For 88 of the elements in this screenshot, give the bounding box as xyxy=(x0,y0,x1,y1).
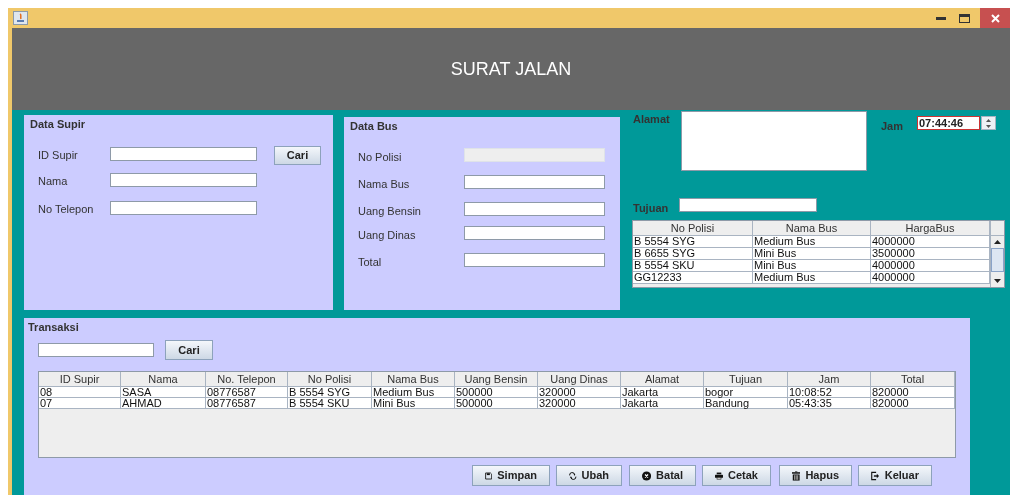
scrollbar[interactable] xyxy=(990,221,1004,287)
field-label: ID Supir xyxy=(38,148,78,163)
table-cell: 08776587 xyxy=(206,398,288,409)
table-cell: GG12233 xyxy=(633,272,753,284)
text-field[interactable] xyxy=(464,253,605,267)
column-header[interactable]: No Polisi xyxy=(633,221,753,236)
column-header[interactable]: Nama Bus xyxy=(753,221,871,236)
down-arrow-icon[interactable] xyxy=(986,124,991,128)
table-cell: 4000000 xyxy=(871,272,990,284)
field-label: Tujuan xyxy=(633,201,669,216)
field-label: Alamat xyxy=(633,112,670,127)
field-label: No Telepon xyxy=(38,202,94,217)
column-header[interactable]: Uang Dinas xyxy=(538,372,621,387)
search-button[interactable]: Cari xyxy=(165,340,213,360)
field-label: Jam xyxy=(881,119,904,134)
field-label: Nama xyxy=(38,174,68,189)
table-cell: 820000 xyxy=(871,398,955,409)
maximize-icon[interactable] xyxy=(959,13,970,23)
table-cell: 08 xyxy=(39,387,121,398)
table-cell: B 5554 SKU xyxy=(288,398,372,409)
action-button[interactable]: Keluar xyxy=(858,465,932,486)
column-header[interactable]: Tujuan xyxy=(704,372,788,387)
table-cell: 4000000 xyxy=(871,260,990,272)
text-field[interactable] xyxy=(464,202,605,216)
close-icon xyxy=(990,13,1000,23)
app-icon xyxy=(13,11,28,25)
column-header[interactable]: Nama xyxy=(121,372,206,387)
field-label: Nama Bus xyxy=(358,177,410,192)
text-field[interactable] xyxy=(110,173,257,187)
text-field[interactable] xyxy=(679,198,817,212)
action-button[interactable]: Simpan xyxy=(472,465,550,486)
column-header[interactable]: Alamat xyxy=(621,372,704,387)
table-cell: Medium Bus xyxy=(753,236,871,248)
up-arrow-icon[interactable] xyxy=(994,240,1001,244)
column-header[interactable]: No Polisi xyxy=(288,372,372,387)
table-cell: B 5554 SYG xyxy=(633,236,753,248)
text-field[interactable] xyxy=(464,226,605,240)
up-arrow-icon[interactable] xyxy=(986,118,991,122)
trash-icon xyxy=(792,469,801,482)
column-header[interactable]: Total xyxy=(871,372,955,387)
table-cell: 4000000 xyxy=(871,236,990,248)
column-header[interactable]: Nama Bus xyxy=(372,372,455,387)
table-cell: B 6655 SYG xyxy=(633,248,753,260)
text-field[interactable] xyxy=(110,201,257,215)
field-label: No Polisi xyxy=(358,150,402,165)
field-label: Uang Bensin xyxy=(358,204,421,219)
text-field[interactable] xyxy=(464,175,605,189)
field-label: Uang Dinas xyxy=(358,228,416,243)
table-cell: 320000 xyxy=(538,398,621,409)
address-textarea[interactable] xyxy=(681,111,867,171)
header-title: SURAT JALAN xyxy=(450,57,572,81)
time-field[interactable]: 07:44:46 xyxy=(917,116,980,130)
action-button[interactable]: Batal xyxy=(629,465,696,486)
table-cell: 500000 xyxy=(455,398,538,409)
save-icon xyxy=(485,469,493,482)
search-button[interactable]: Cari xyxy=(274,146,321,165)
column-header[interactable]: ID Supir xyxy=(39,372,121,387)
search-field[interactable] xyxy=(38,343,154,357)
group-title: Data Bus xyxy=(350,119,398,134)
action-button[interactable]: Ubah xyxy=(556,465,622,486)
table-cell: 05:43:35 xyxy=(788,398,871,409)
minimize-icon[interactable] xyxy=(936,16,946,20)
group-title: Transaksi xyxy=(28,320,79,335)
column-header[interactable]: HargaBus xyxy=(871,221,990,236)
field-label: Total xyxy=(358,255,382,270)
column-header[interactable]: Jam xyxy=(788,372,871,387)
spinner-control[interactable] xyxy=(981,116,996,130)
table-cell: 3500000 xyxy=(871,248,990,260)
close-button[interactable] xyxy=(980,8,1010,28)
table-cell: AHMAD xyxy=(121,398,206,409)
down-arrow-icon[interactable] xyxy=(994,279,1001,283)
action-button[interactable]: Cetak xyxy=(702,465,771,486)
table-cell: Mini Bus xyxy=(753,260,871,272)
cancel-icon xyxy=(642,469,652,482)
table-cell: B 5554 SKU xyxy=(633,260,753,272)
table-cell: Bandung xyxy=(704,398,788,409)
exit-icon xyxy=(871,469,880,482)
action-button[interactable]: Hapus xyxy=(779,465,852,486)
table-cell: Jakarta xyxy=(621,398,704,409)
column-header[interactable]: No. Telepon xyxy=(206,372,288,387)
table-cell: Mini Bus xyxy=(753,248,871,260)
column-header[interactable]: Uang Bensin xyxy=(455,372,538,387)
table-cell: Medium Bus xyxy=(753,272,871,284)
text-field[interactable] xyxy=(110,147,257,161)
table-cell: 07 xyxy=(39,398,121,409)
swap-arrows-icon xyxy=(569,469,577,482)
table-cell: Mini Bus xyxy=(372,398,455,409)
group-title: Data Supir xyxy=(30,117,85,132)
